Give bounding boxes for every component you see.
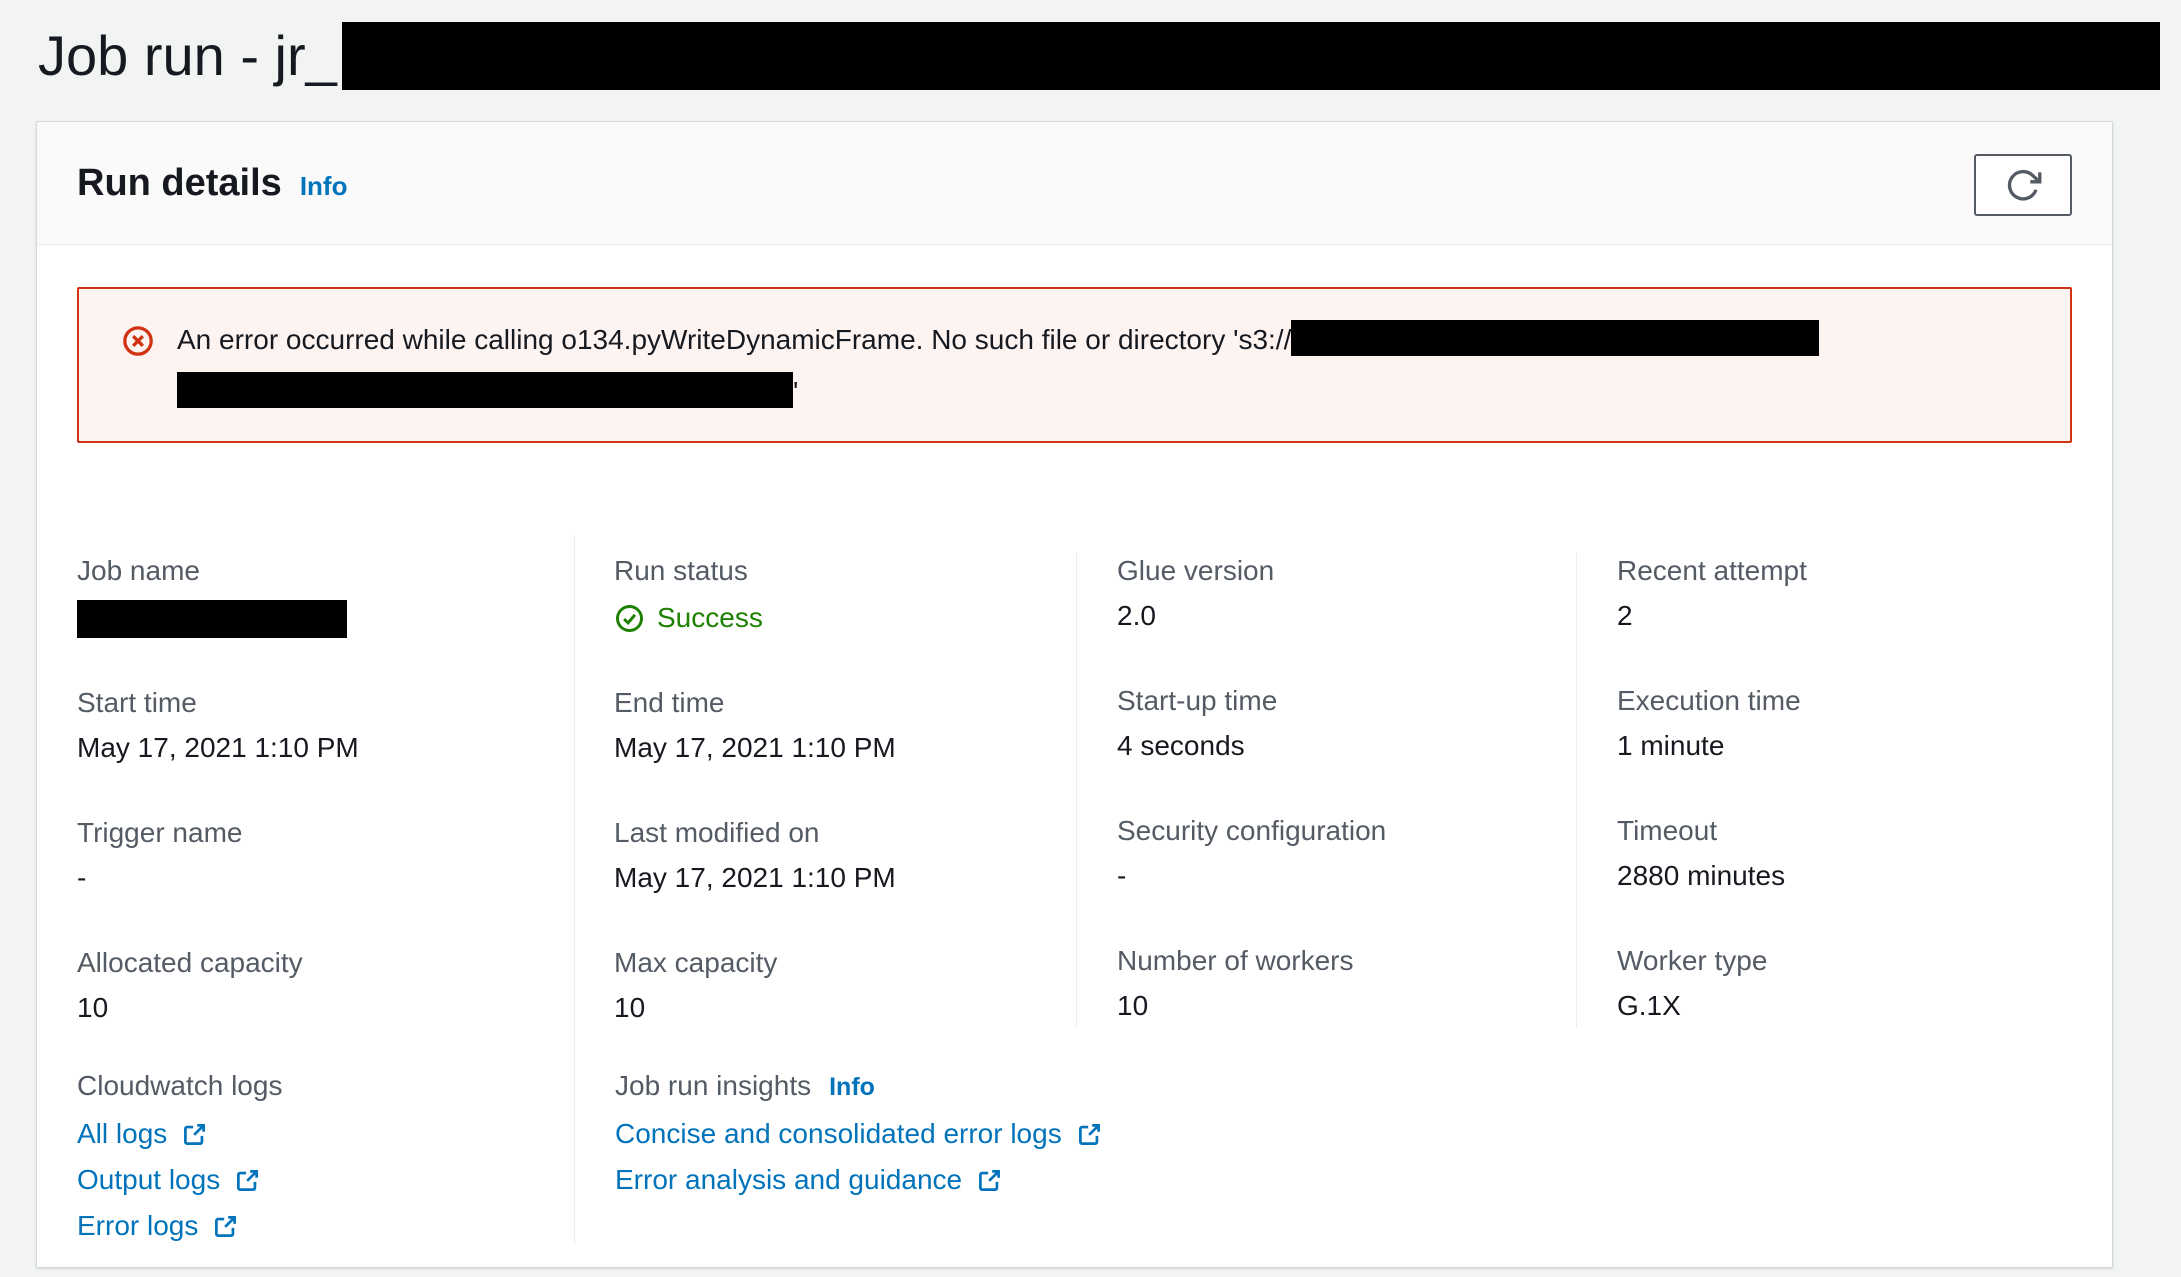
field-label: Recent attempt [1617, 552, 2074, 590]
field-label: Run status [614, 552, 1076, 590]
field-label: Start-up time [1117, 682, 1576, 720]
fields-column-3: Glue version 2.0 Start-up time 4 seconds… [1076, 552, 1576, 1028]
field-label: Worker type [1617, 942, 2074, 980]
field-label: Execution time [1617, 682, 2074, 720]
field-value: - [1117, 856, 1576, 896]
run-status-value: Success [614, 598, 1076, 638]
redacted-s3-path-2 [177, 372, 793, 408]
field-value: 2880 minutes [1617, 856, 2074, 896]
field-value: May 17, 2021 1:10 PM [614, 858, 1076, 898]
field-value: 10 [1117, 986, 1576, 1026]
external-link-icon [976, 1167, 1003, 1194]
logs-row: Cloudwatch logs All logs Ou [77, 1067, 2074, 1249]
field-value: 2 [1617, 596, 2074, 636]
page-title: Job run - jr_ [38, 24, 337, 88]
field-allocated-capacity: Allocated capacity 10 [77, 944, 574, 1028]
field-label: Trigger name [77, 814, 574, 852]
error-alert: An error occurred while calling o134.pyW… [77, 287, 2072, 443]
refresh-icon [2004, 166, 2042, 204]
refresh-button[interactable] [1974, 154, 2072, 216]
run-details-card: Run details Info [36, 121, 2113, 1268]
field-value: 4 seconds [1117, 726, 1576, 766]
field-trigger-name: Trigger name - [77, 814, 574, 898]
field-label: Glue version [1117, 552, 1576, 590]
link-label: Concise and consolidated error logs [615, 1118, 1062, 1150]
error-message-line2: ' [177, 366, 1819, 418]
success-icon [614, 603, 645, 634]
job-run-insights-info-link[interactable]: Info [829, 1073, 875, 1102]
link-label: All logs [77, 1118, 167, 1150]
field-value: 2.0 [1117, 596, 1576, 636]
redacted-job-run-id [342, 22, 2160, 90]
field-value: May 17, 2021 1:10 PM [77, 728, 574, 768]
field-value: 10 [614, 988, 1076, 1028]
field-value: 10 [77, 988, 574, 1028]
redacted-job-name [77, 600, 347, 638]
job-run-insights-block: Job run insights Info Concise and consol… [574, 1067, 2074, 1249]
field-job-name: Job name [77, 552, 574, 638]
field-max-capacity: Max capacity 10 [614, 944, 1076, 1028]
error-logs-link[interactable]: Error logs [77, 1203, 574, 1249]
error-message-line1: An error occurred while calling o134.pyW… [177, 314, 1819, 366]
error-message: An error occurred while calling o134.pyW… [177, 289, 1819, 418]
field-startup-time: Start-up time 4 seconds [1117, 682, 1576, 766]
external-link-icon [181, 1121, 208, 1148]
external-link-icon [234, 1167, 261, 1194]
field-execution-time: Execution time 1 minute [1617, 682, 2074, 766]
cloudwatch-logs-block: Cloudwatch logs All logs Ou [77, 1067, 574, 1249]
field-label: Max capacity [614, 944, 1076, 982]
fields-column-2: Run status Success End time May 17, 20 [574, 552, 1076, 1028]
field-value: 1 minute [1617, 726, 2074, 766]
field-label: Start time [77, 684, 574, 722]
field-label: Security configuration [1117, 812, 1576, 850]
card-header: Run details Info [37, 122, 2112, 245]
field-start-time: Start time May 17, 2021 1:10 PM [77, 684, 574, 768]
run-details-info-link[interactable]: Info [300, 171, 348, 202]
field-label: Job name [77, 552, 574, 590]
all-logs-link[interactable]: All logs [77, 1111, 574, 1157]
status-text: Success [657, 598, 763, 638]
output-logs-link[interactable]: Output logs [77, 1157, 574, 1203]
field-label: Timeout [1617, 812, 2074, 850]
field-end-time: End time May 17, 2021 1:10 PM [614, 684, 1076, 768]
cloudwatch-logs-label: Cloudwatch logs [77, 1067, 574, 1105]
error-icon [121, 324, 155, 358]
field-label: End time [614, 684, 1076, 722]
external-link-icon [212, 1213, 239, 1240]
field-label: Allocated capacity [77, 944, 574, 982]
external-link-icon [1076, 1121, 1103, 1148]
field-timeout: Timeout 2880 minutes [1617, 812, 2074, 896]
fields-column-4: Recent attempt 2 Execution time 1 minute… [1576, 552, 2074, 1028]
job-run-page: Job run - jr_ Run details Info [0, 0, 2181, 1277]
field-security-configuration: Security configuration - [1117, 812, 1576, 896]
link-label: Error logs [77, 1210, 198, 1242]
fields-column-1: Job name Start time May 17, 2021 1:10 PM… [77, 552, 574, 1028]
concise-error-logs-link[interactable]: Concise and consolidated error logs [615, 1111, 2074, 1157]
field-label: Number of workers [1117, 942, 1576, 980]
field-value: - [77, 858, 574, 898]
field-recent-attempt: Recent attempt 2 [1617, 552, 2074, 636]
job-run-insights-label: Job run insights [615, 1067, 811, 1105]
link-label: Output logs [77, 1164, 220, 1196]
field-value: G.1X [1617, 986, 2074, 1026]
error-analysis-link[interactable]: Error analysis and guidance [615, 1157, 2074, 1203]
field-glue-version: Glue version 2.0 [1117, 552, 1576, 636]
field-worker-type: Worker type G.1X [1617, 942, 2074, 1026]
field-run-status: Run status Success [614, 552, 1076, 638]
redacted-s3-path [1291, 320, 1819, 356]
link-label: Error analysis and guidance [615, 1164, 962, 1196]
run-details-fields: Job name Start time May 17, 2021 1:10 PM… [77, 552, 2074, 1028]
field-value: May 17, 2021 1:10 PM [614, 728, 1076, 768]
card-title: Run details [77, 162, 282, 205]
field-last-modified: Last modified on May 17, 2021 1:10 PM [614, 814, 1076, 898]
field-label: Last modified on [614, 814, 1076, 852]
field-number-of-workers: Number of workers 10 [1117, 942, 1576, 1026]
